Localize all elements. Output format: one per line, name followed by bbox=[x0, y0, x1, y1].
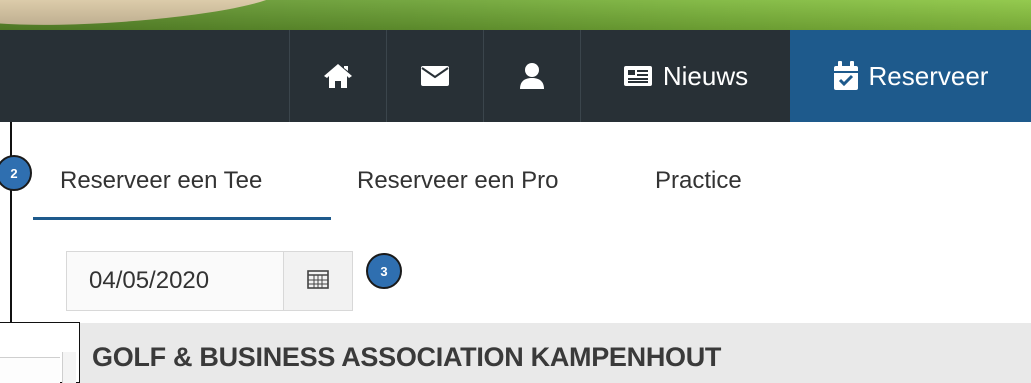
calendar-check-icon bbox=[833, 61, 859, 91]
step-badge-2: 2 bbox=[0, 155, 32, 191]
popup-field[interactable] bbox=[0, 357, 60, 383]
nav-reserve-label: Reserveer bbox=[868, 60, 989, 91]
envelope-icon bbox=[420, 65, 450, 87]
tab-practice[interactable]: Practice bbox=[655, 167, 742, 195]
club-name: GOLF & BUSINESS ASSOCIATION KAMPENHOUT bbox=[92, 342, 722, 372]
user-icon bbox=[519, 62, 545, 90]
header-banner bbox=[0, 0, 1031, 30]
nav-profile[interactable] bbox=[483, 30, 580, 122]
nav-news[interactable]: Nieuws bbox=[580, 30, 790, 122]
nav-news-label: Nieuws bbox=[662, 60, 749, 91]
date-picker bbox=[66, 251, 353, 311]
date-picker-button[interactable] bbox=[283, 252, 352, 310]
home-icon bbox=[322, 62, 354, 90]
nav-reserve[interactable]: Reserveer bbox=[790, 30, 1031, 122]
main-navbar: Nieuws Reserveer bbox=[0, 30, 1031, 122]
frame-border bbox=[10, 122, 12, 322]
active-tab-indicator bbox=[33, 217, 331, 220]
tab-reserveer-tee[interactable]: Reserveer een Tee bbox=[60, 167, 262, 195]
nav-home[interactable] bbox=[289, 30, 386, 122]
date-input[interactable] bbox=[67, 252, 283, 310]
popup-scrollbar[interactable] bbox=[62, 352, 76, 383]
step-badge-3: 3 bbox=[366, 253, 402, 289]
nav-messages[interactable] bbox=[386, 30, 483, 122]
tab-reserveer-pro[interactable]: Reserveer een Pro bbox=[357, 167, 558, 195]
newspaper-icon bbox=[623, 65, 653, 87]
calendar-icon bbox=[307, 269, 329, 294]
